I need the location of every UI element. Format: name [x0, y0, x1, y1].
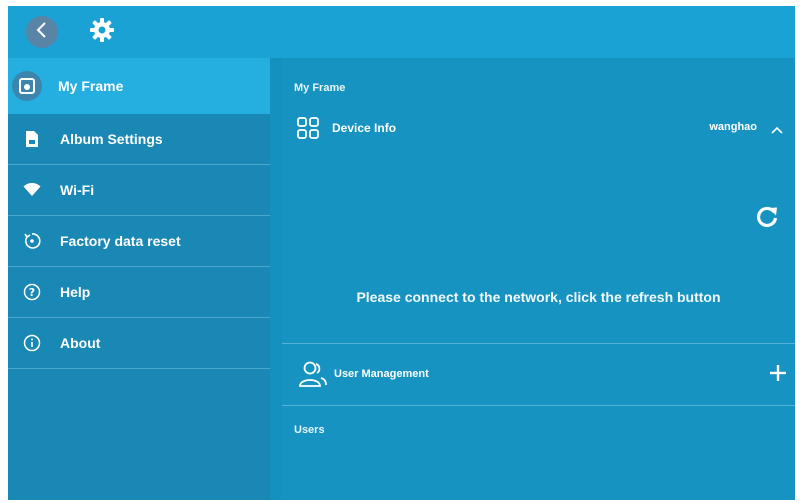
- refresh-button[interactable]: [754, 204, 782, 232]
- device-info-header[interactable]: Device Info wanghao: [282, 110, 795, 148]
- reset-icon: [22, 231, 42, 251]
- sidebar-item-help[interactable]: ? Help: [8, 267, 270, 318]
- plus-icon[interactable]: [769, 364, 787, 387]
- gear-icon: [89, 17, 115, 48]
- divider: [282, 405, 795, 406]
- user-management-title: User Management: [334, 368, 429, 380]
- sidebar-item-factory-reset[interactable]: Factory data reset: [8, 216, 270, 267]
- back-button[interactable]: [26, 16, 58, 48]
- breadcrumb: My Frame: [294, 82, 346, 94]
- device-info-title: Device Info: [332, 121, 397, 135]
- network-message: Please connect to the network, click the…: [356, 289, 721, 305]
- sidebar-item-label: Help: [60, 284, 91, 300]
- sidebar-item-about[interactable]: About: [8, 318, 270, 369]
- app-screen: My Frame Album Settings Wi-Fi Factory da…: [8, 6, 795, 500]
- chevron-left-icon: [34, 21, 50, 44]
- grid-icon: [296, 116, 320, 145]
- sidebar-item-label: Wi-Fi: [60, 182, 95, 198]
- main-content: My Frame Device Info wanghao Please conn…: [282, 58, 795, 500]
- user-management-header[interactable]: User Management: [282, 355, 795, 393]
- sidebar-item-album-settings[interactable]: Album Settings: [8, 114, 270, 165]
- settings-button[interactable]: [87, 17, 117, 47]
- sidebar-item-my-frame[interactable]: My Frame: [8, 58, 270, 114]
- top-bar: [8, 6, 795, 58]
- users-icon: [298, 360, 328, 393]
- sidebar-item-label: My Frame: [58, 78, 124, 94]
- sidebar-item-wifi[interactable]: Wi-Fi: [8, 165, 270, 216]
- sidebar-item-label: About: [60, 335, 101, 351]
- device-name: wanghao: [709, 121, 757, 133]
- svg-text:?: ?: [29, 286, 35, 299]
- help-icon: ?: [22, 282, 42, 302]
- refresh-icon: [754, 206, 780, 234]
- users-label: Users: [294, 424, 325, 436]
- divider: [282, 343, 795, 344]
- wifi-icon: [22, 180, 42, 200]
- chevron-up-icon[interactable]: [771, 122, 783, 140]
- sidebar-item-label: Factory data reset: [60, 233, 181, 249]
- sidebar: My Frame Album Settings Wi-Fi Factory da…: [8, 58, 270, 500]
- frame-icon: [12, 71, 42, 101]
- album-icon: [22, 129, 42, 149]
- info-icon: [22, 333, 42, 353]
- sidebar-item-label: Album Settings: [60, 131, 163, 147]
